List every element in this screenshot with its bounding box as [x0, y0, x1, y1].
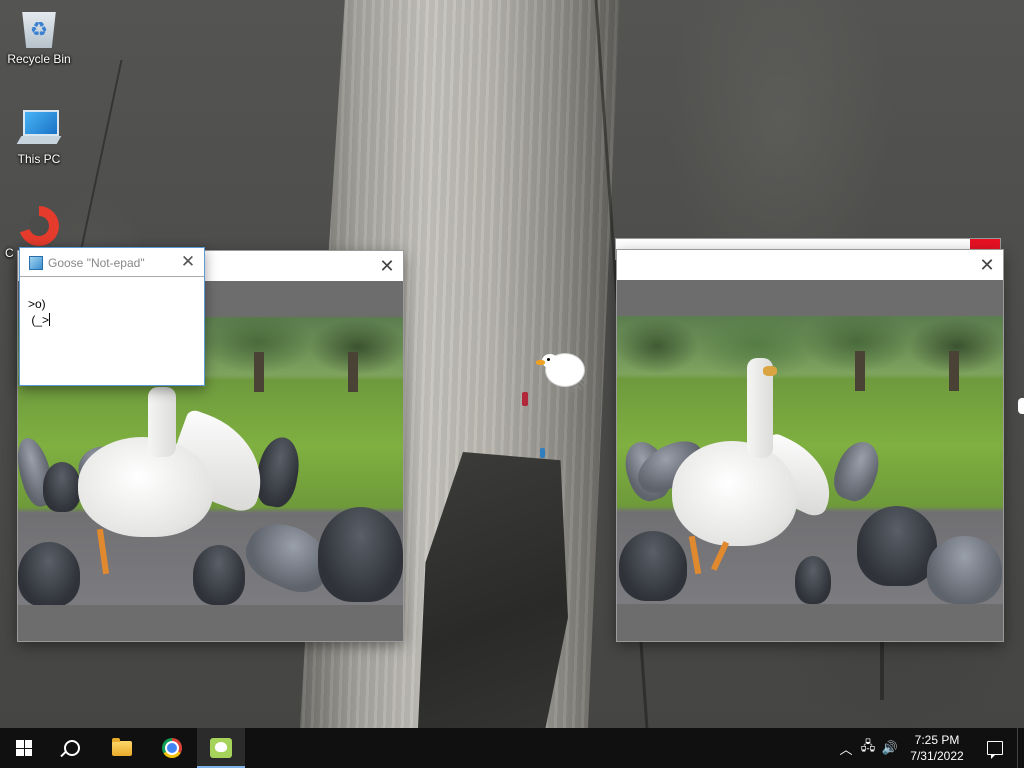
clock-time: 7:25 PM — [914, 733, 960, 747]
system-tray: ︿ 🖧 🔊 7:25 PM 7/31/2022 — [835, 728, 1024, 768]
cursor-edge-icon — [1018, 398, 1024, 414]
desktop-icon-ccleaner[interactable]: C — [1, 206, 77, 260]
close-button[interactable]: ✕ — [377, 256, 397, 276]
climber-figure — [522, 392, 528, 406]
goose-neck — [148, 387, 176, 457]
network-icon[interactable]: 🖧 — [857, 728, 879, 768]
pigeon-figure — [193, 545, 245, 605]
folder-icon — [112, 737, 132, 756]
goose-app-icon — [210, 738, 232, 758]
notepad-title: Goose "Not-epad" — [48, 256, 145, 270]
chrome-icon — [162, 738, 182, 758]
pigeon-figure — [318, 507, 403, 602]
desktop-icon-label: Recycle Bin — [7, 52, 71, 66]
notification-icon — [987, 741, 1003, 759]
goose-video-window-right[interactable]: ✕ — [617, 250, 1003, 641]
goose-video-frame — [617, 316, 1003, 604]
search-icon — [64, 740, 80, 756]
pigeon-figure — [857, 506, 937, 586]
start-button[interactable] — [0, 728, 48, 768]
pigeon-figure — [827, 435, 887, 507]
goose-notepad-window[interactable]: Goose "Not-epad" ✕ >o) (_> — [19, 247, 205, 386]
taskbar-file-explorer[interactable] — [98, 728, 146, 768]
desktop-icon-label: C — [5, 246, 14, 260]
goose-beak — [763, 366, 777, 376]
goose-figure — [672, 441, 797, 546]
windows-logo-icon — [16, 740, 32, 756]
desktop-icon-recycle-bin[interactable]: Recycle Bin — [1, 8, 77, 66]
show-desktop-button[interactable] — [1017, 728, 1024, 768]
taskbar-desktop-goose[interactable] — [197, 728, 245, 768]
pigeon-figure — [18, 542, 80, 605]
climber-figure — [540, 448, 545, 458]
pigeon-figure — [619, 531, 687, 601]
close-button[interactable]: ✕ — [977, 255, 997, 275]
video-window-titlebar[interactable]: ✕ — [617, 250, 1003, 280]
notepad-content: >o) (_> — [28, 297, 50, 327]
pigeon-figure — [252, 434, 304, 510]
notepad-icon — [28, 255, 43, 270]
notepad-titlebar[interactable]: Goose "Not-epad" ✕ — [20, 248, 204, 277]
taskbar: ︿ 🖧 🔊 7:25 PM 7/31/2022 — [0, 728, 1024, 768]
close-button[interactable]: ✕ — [178, 252, 198, 272]
recycle-bin-icon — [22, 12, 56, 48]
text-caret — [49, 313, 51, 326]
pigeon-figure — [795, 556, 831, 604]
close-button-hover[interactable] — [970, 239, 1000, 249]
pigeon-figure — [927, 536, 1002, 604]
clock-date: 7/31/2022 — [910, 749, 964, 763]
desktop-goose[interactable] — [536, 350, 588, 392]
action-center-button[interactable] — [973, 728, 1017, 768]
desktop-icon-label: This PC — [17, 152, 61, 166]
this-pc-icon — [16, 108, 62, 148]
search-button[interactable] — [48, 728, 96, 768]
desktop-icon-this-pc[interactable]: This PC — [1, 108, 77, 166]
ccleaner-icon — [19, 206, 59, 246]
taskbar-clock[interactable]: 7:25 PM 7/31/2022 — [901, 732, 973, 764]
park-scene — [617, 316, 1003, 604]
volume-icon[interactable]: 🔊 — [879, 728, 901, 768]
chevron-up-icon[interactable]: ︿ — [835, 728, 857, 768]
taskbar-chrome[interactable] — [148, 728, 196, 768]
pigeon-figure — [43, 462, 81, 512]
goose-figure — [78, 437, 213, 537]
notepad-text-area[interactable]: >o) (_> — [20, 277, 204, 385]
